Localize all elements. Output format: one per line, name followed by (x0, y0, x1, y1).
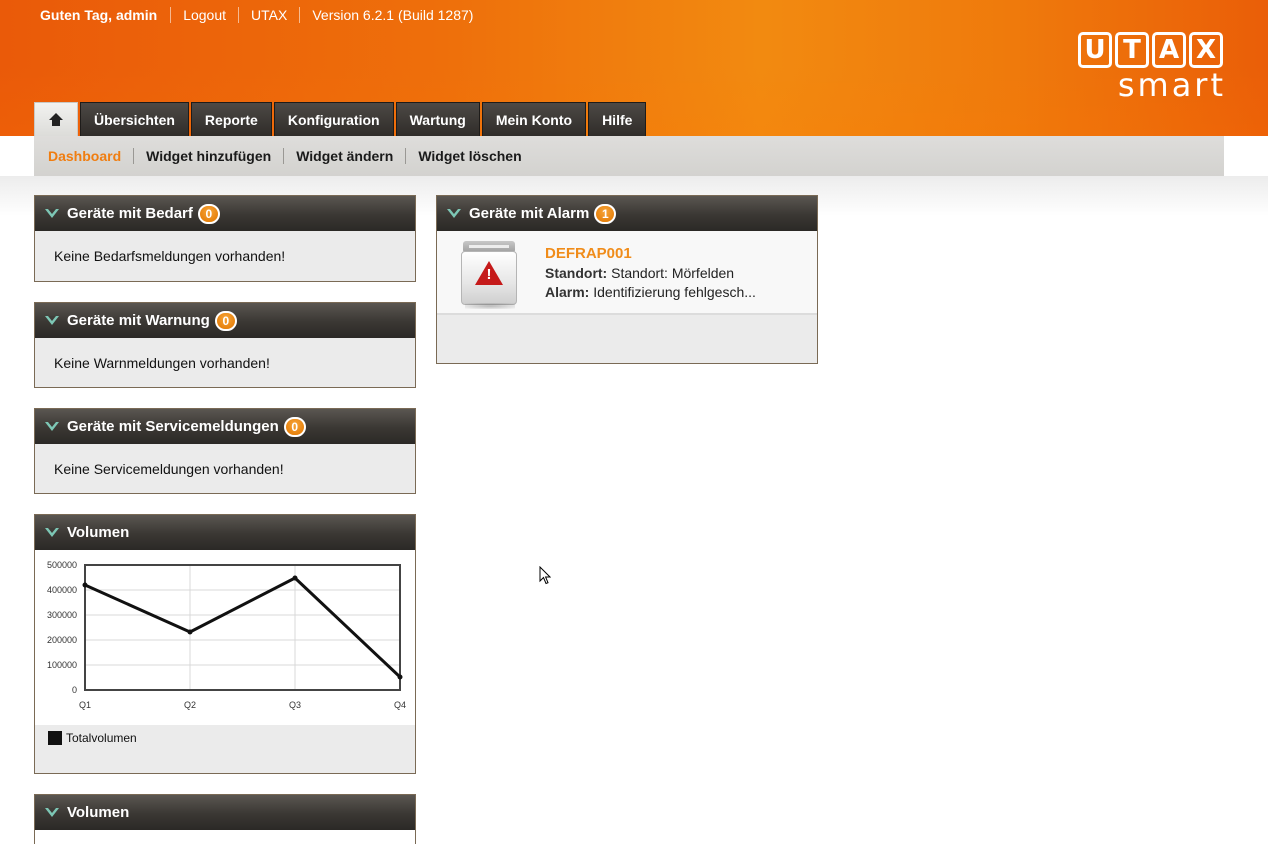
alarm-info: DEFRAP001 Standort: Standort: Mörfelden … (545, 244, 756, 302)
logo-letter: T (1115, 32, 1149, 68)
alarm-value: Identifizierung fehlgesch... (593, 284, 756, 300)
home-icon (49, 112, 63, 127)
chevron-down-icon[interactable] (45, 315, 59, 326)
widget-title: Geräte mit Bedarf (67, 205, 193, 222)
data-point (397, 674, 403, 680)
warning-icon: ! (475, 261, 503, 285)
widget-warnung: Geräte mit Warnung 0 Keine Warnmeldungen… (34, 302, 416, 388)
volume-line-chart: 0 100000 200000 300000 400000 500000 Q1 Q2 Q3 Q4 (47, 560, 406, 710)
location-label: Standort: (545, 265, 608, 281)
widget-title: Volumen (67, 804, 130, 821)
count-badge: 0 (214, 310, 237, 331)
greeting-text: Guten Tag, admin (40, 7, 158, 23)
widget-body: Keine Servicemeldungen vorhanden! (35, 444, 415, 493)
widget-title: Volumen (67, 524, 130, 541)
chevron-down-icon[interactable] (45, 421, 59, 432)
widget-volumen: Volumen 0 100000 200000 300000 400000 500000 Q… (34, 514, 416, 774)
data-point (187, 629, 193, 635)
legend-swatch (48, 731, 62, 745)
legend-label: Totalvolumen (66, 731, 137, 745)
chevron-down-icon[interactable] (45, 208, 59, 219)
logo-letter: A (1152, 32, 1186, 68)
device-link[interactable]: DEFRAP001 (545, 244, 756, 263)
tab-home[interactable] (34, 102, 78, 136)
widget-title: Geräte mit Warnung (67, 312, 210, 329)
alarm-device-row[interactable]: ! DEFRAP001 Standort: Standort: Mörfelde… (437, 231, 817, 315)
y-tick-label: 100000 (47, 660, 77, 670)
tab-reporte[interactable]: Reporte (190, 102, 272, 136)
subnav-widget-hinzufuegen[interactable]: Widget hinzufügen (133, 148, 283, 164)
location-line: Standort: Standort: Mörfelden (545, 264, 756, 283)
x-tick-label: Q4 (394, 700, 406, 710)
widget-servicemeldungen: Geräte mit Servicemeldungen 0 Keine Serv… (34, 408, 416, 494)
widget-header[interactable]: Geräte mit Servicemeldungen 0 (35, 409, 415, 444)
tab-konfiguration[interactable]: Konfiguration (273, 102, 394, 136)
data-point (292, 575, 298, 581)
tab-uebersichten[interactable]: Übersichten (80, 102, 189, 136)
subnav-dashboard[interactable]: Dashboard (48, 148, 133, 164)
alarm-line: Alarm: Identifizierung fehlgesch... (545, 283, 756, 302)
empty-message: Keine Servicemeldungen vorhanden! (54, 460, 284, 477)
widget-footer (437, 315, 817, 363)
chart-legend: Totalvolumen (35, 725, 415, 773)
subnav-widget-aendern[interactable]: Widget ändern (283, 148, 405, 164)
count-badge: 0 (283, 416, 306, 437)
empty-message: Keine Warnmeldungen vorhanden! (54, 354, 270, 371)
chart-area: 0 100000 200000 300000 400000 500000 Q1 Q2 Q3 Q4 (35, 550, 415, 725)
widget-body: Keine Warnmeldungen vorhanden! (35, 338, 415, 387)
empty-message: Keine Bedarfsmeldungen vorhanden! (54, 248, 286, 264)
top-bar: Guten Tag, admin Logout UTAX Version 6.2… (40, 7, 485, 23)
printer-icon: ! (459, 241, 519, 309)
widget-title: Geräte mit Alarm (469, 205, 590, 222)
series-line (84, 576, 402, 679)
chevron-down-icon[interactable] (45, 807, 59, 818)
subnav-widget-loeschen[interactable]: Widget löschen (405, 148, 533, 164)
sub-nav: Dashboard Widget hinzufügen Widget änder… (34, 136, 1224, 176)
widget-body: Keine Bedarfsmeldungen vorhanden! (35, 231, 415, 281)
utax-smart-logo: U T A X smart (1078, 32, 1226, 104)
tab-hilfe[interactable]: Hilfe (588, 102, 647, 136)
tab-wartung[interactable]: Wartung (395, 102, 480, 136)
tab-mein-konto[interactable]: Mein Konto (481, 102, 587, 136)
y-tick-label: 300000 (47, 610, 77, 620)
widget-header[interactable]: Geräte mit Bedarf 0 (35, 196, 415, 231)
logout-link[interactable]: Logout (170, 7, 238, 23)
plot-frame (84, 564, 401, 691)
widget-alarm: Geräte mit Alarm 1 ! DEFRAP001 Standort:… (436, 195, 818, 364)
y-tick-label: 200000 (47, 635, 77, 645)
count-badge: 1 (594, 203, 617, 224)
alarm-label: Alarm: (545, 284, 590, 300)
x-tick-label: Q3 (289, 700, 301, 710)
x-tick-label: Q2 (184, 700, 196, 710)
y-tick-label: 0 (72, 685, 77, 695)
widget-title: Geräte mit Servicemeldungen (67, 418, 279, 435)
mouse-cursor-icon (539, 566, 551, 585)
location-value: Standort: Mörfelden (611, 265, 735, 281)
y-tick-label: 500000 (47, 560, 77, 570)
widget-header[interactable]: Geräte mit Warnung 0 (35, 303, 415, 338)
chevron-down-icon[interactable] (447, 208, 461, 219)
version-text: Version 6.2.1 (Build 1287) (299, 7, 485, 23)
widget-header[interactable]: Geräte mit Alarm 1 (437, 196, 817, 231)
logo-letter: X (1189, 32, 1223, 68)
brand-link[interactable]: UTAX (238, 7, 299, 23)
logo-letter: U (1078, 32, 1112, 68)
y-tick-label: 400000 (47, 585, 77, 595)
widget-body (35, 830, 415, 844)
widget-volumen-2: Volumen (34, 794, 416, 844)
widget-bedarf: Geräte mit Bedarf 0 Keine Bedarfsmeldung… (34, 195, 416, 282)
main-nav-tabs: Übersichten Reporte Konfiguration Wartun… (34, 102, 647, 136)
count-badge: 0 (197, 203, 220, 224)
widget-header[interactable]: Volumen (35, 795, 415, 830)
logo-subtitle: smart (1117, 66, 1226, 104)
data-point (82, 582, 88, 588)
chevron-down-icon[interactable] (45, 527, 59, 538)
x-tick-label: Q1 (79, 700, 91, 710)
widget-header[interactable]: Volumen (35, 515, 415, 550)
